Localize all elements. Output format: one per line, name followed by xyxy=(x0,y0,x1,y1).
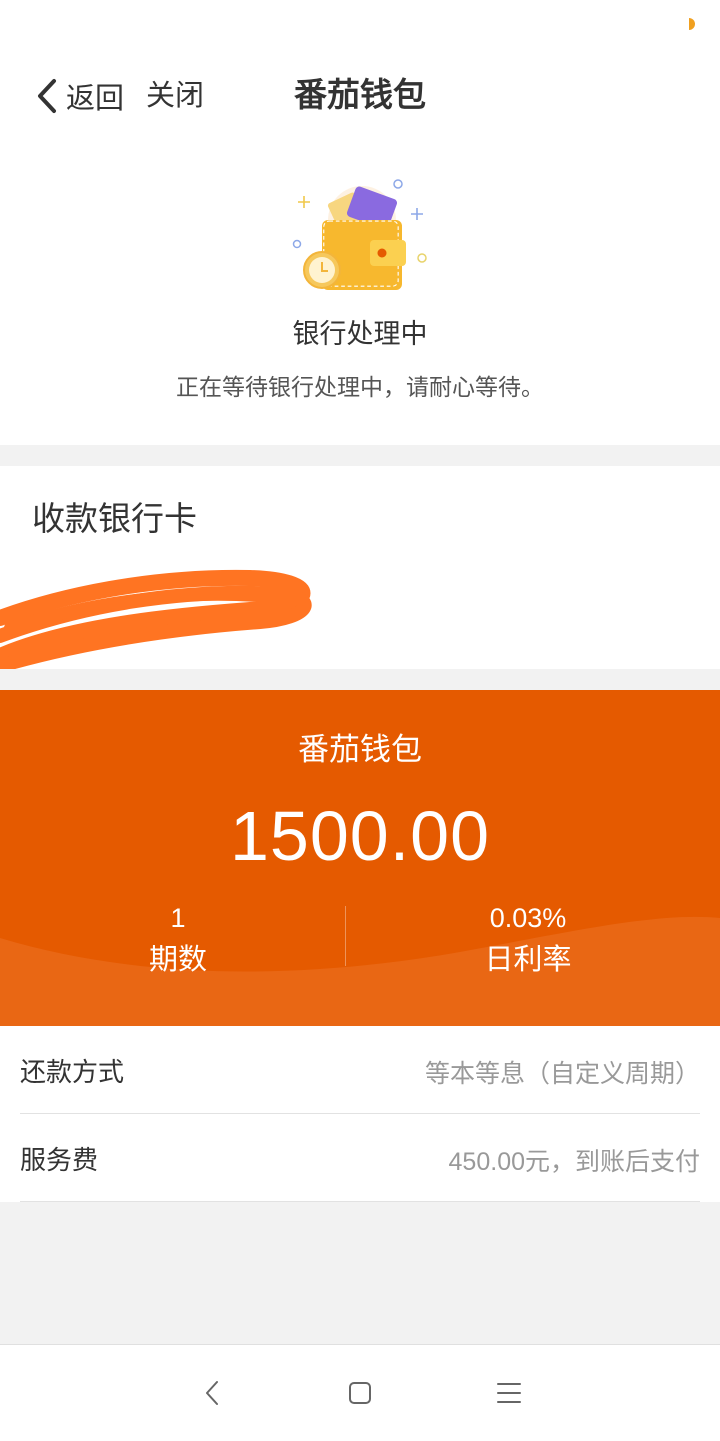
system-navigation-bar xyxy=(0,1344,720,1441)
redaction-scribble xyxy=(0,569,312,669)
system-back-button[interactable] xyxy=(193,1375,233,1411)
service-fee-row: 服务费 450.00元，到账后支付 xyxy=(20,1114,700,1202)
repayment-method-label: 还款方式 xyxy=(20,1057,125,1087)
daily-rate-value: 0.03% xyxy=(489,903,567,933)
daily-rate-label: 日利率 xyxy=(484,944,572,976)
loan-summary-panel: 番茄钱包 1500.00 1 期数 0.03% 日利率 xyxy=(0,690,720,1026)
service-fee-value: 450.00元，到账后支付 xyxy=(448,1148,700,1176)
menu-icon xyxy=(497,1383,521,1403)
top-nav-bar: 返回 关闭 番茄钱包 xyxy=(0,50,720,140)
wallet-icon xyxy=(292,179,427,290)
stat-divider xyxy=(345,906,346,966)
periods-label: 期数 xyxy=(148,944,207,976)
repayment-method-row: 还款方式 等本等息（自定义周期） xyxy=(20,1026,700,1114)
service-fee-label: 服务费 xyxy=(20,1145,99,1175)
bank-card-section: 收款银行卡 xyxy=(0,466,720,669)
page-title: 番茄钱包 xyxy=(294,76,426,113)
system-menu-button[interactable] xyxy=(489,1375,529,1411)
daily-rate-stat: 0.03% 日利率 xyxy=(353,900,703,980)
periods-value: 1 xyxy=(170,903,186,933)
loan-product-name: 番茄钱包 xyxy=(298,732,422,767)
status-bar xyxy=(0,0,720,50)
system-home-button[interactable] xyxy=(340,1375,380,1411)
loan-amount: 1500.00 xyxy=(229,797,491,875)
status-description: 正在等待银行处理中，请耐心等待。 xyxy=(176,374,544,400)
repayment-method-value: 等本等息（自定义周期） xyxy=(424,1060,700,1088)
loan-details-list: 还款方式 等本等息（自定义周期） 服务费 450.00元，到账后支付 xyxy=(0,1026,720,1202)
battery-indicator-icon xyxy=(689,18,695,30)
back-icon xyxy=(206,1381,218,1405)
processing-status-card: 银行处理中 正在等待银行处理中，请耐心等待。 xyxy=(0,140,720,445)
periods-stat: 1 期数 xyxy=(3,900,353,980)
home-icon xyxy=(349,1382,371,1404)
status-title: 银行处理中 xyxy=(292,319,428,349)
bank-card-heading: 收款银行卡 xyxy=(32,500,197,537)
